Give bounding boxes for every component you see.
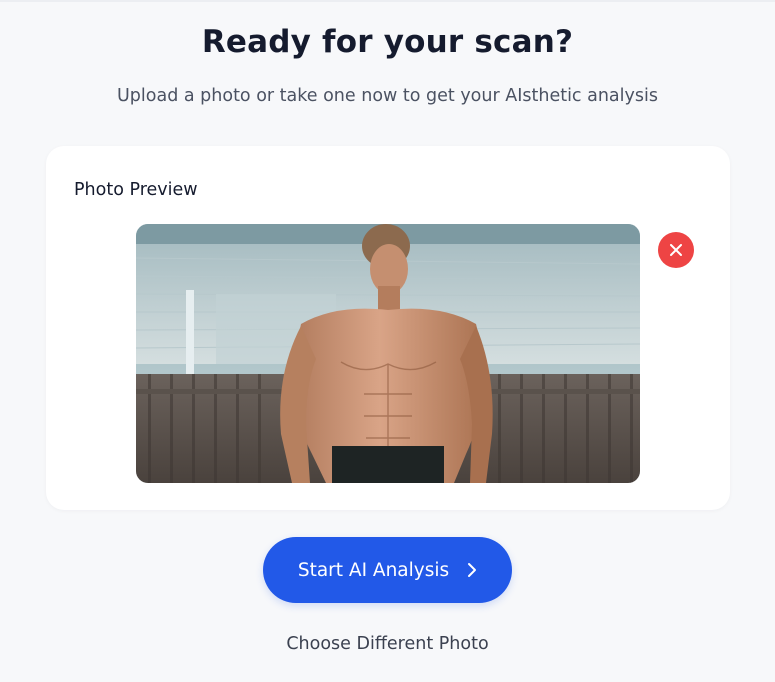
page-title: Ready for your scan? <box>201 24 574 60</box>
photo-preview-label: Photo Preview <box>74 180 198 200</box>
choose-different-photo-link[interactable]: Choose Different Photo <box>0 634 775 654</box>
close-icon <box>670 244 682 256</box>
start-ai-analysis-button[interactable]: Start AI Analysis <box>263 537 512 603</box>
start-ai-analysis-label: Start AI Analysis <box>297 559 450 581</box>
remove-photo-button[interactable] <box>658 232 694 268</box>
uploaded-photo <box>136 224 640 483</box>
chevron-right-icon <box>467 562 477 578</box>
top-divider <box>0 0 775 2</box>
page-subtitle: Upload a photo or take one now to get yo… <box>117 86 658 106</box>
photo-preview-card: Photo Preview <box>46 146 730 510</box>
